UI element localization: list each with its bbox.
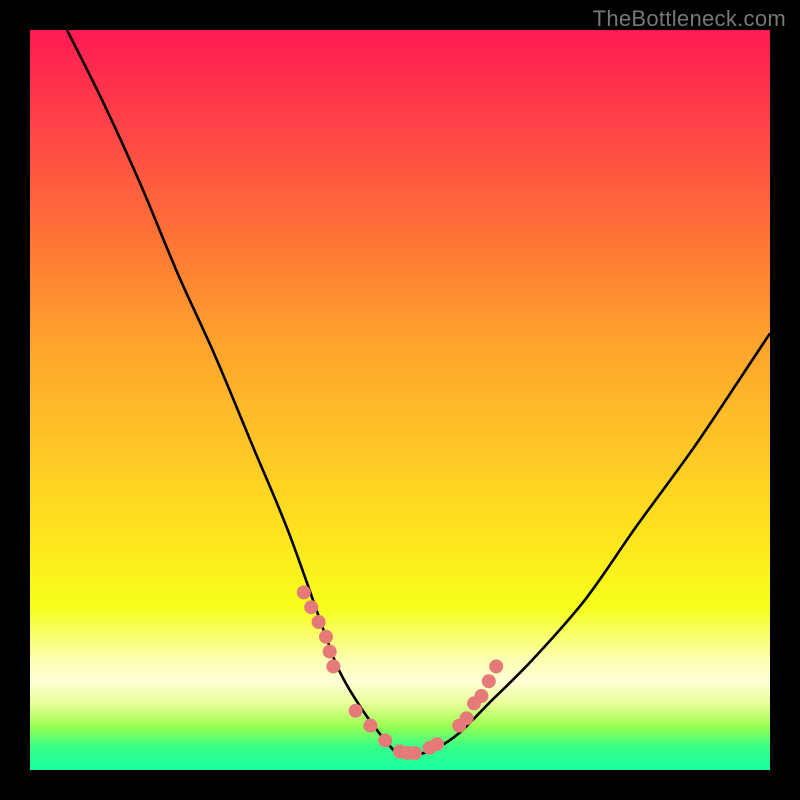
curve-dot [460, 711, 474, 725]
chart-frame: TheBottleneck.com [0, 0, 800, 800]
watermark-text: TheBottleneck.com [593, 6, 786, 32]
curve-dot [400, 746, 414, 760]
curve-dot [482, 674, 496, 688]
curve-dot [430, 737, 444, 751]
curve-dot [323, 645, 337, 659]
curve-dot [408, 746, 422, 760]
curve-dot [393, 745, 407, 759]
curve-dot [467, 696, 481, 710]
curve-dot [304, 600, 318, 614]
curve-dot [452, 719, 466, 733]
curve-dot [297, 585, 311, 599]
chart-svg [30, 30, 770, 770]
curve-dot [489, 659, 503, 673]
bottleneck-curve [67, 30, 770, 757]
curve-dot [326, 659, 340, 673]
curve-dot [349, 704, 363, 718]
curve-dot [319, 630, 333, 644]
curve-dot [378, 733, 392, 747]
curve-dot [312, 615, 326, 629]
curve-dot [474, 689, 488, 703]
plot-area [30, 30, 770, 770]
curve-dot [363, 719, 377, 733]
curve-dots-group [297, 585, 503, 760]
curve-dot [423, 741, 437, 755]
